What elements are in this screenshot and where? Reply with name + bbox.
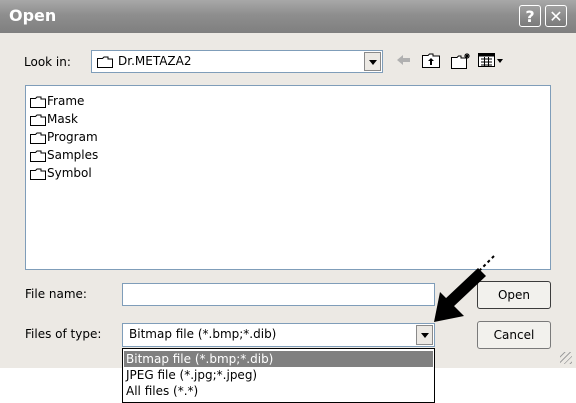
close-button[interactable]: ✕ xyxy=(545,5,567,27)
filetype-dropdown-list[interactable]: Bitmap file (*.bmp;*.dib) JPEG file (*.j… xyxy=(122,348,435,403)
window-title: Open xyxy=(9,6,57,25)
folder-icon xyxy=(30,114,46,126)
filetype-label: Files of type: xyxy=(25,327,102,341)
back-arrow-icon[interactable] xyxy=(394,52,412,68)
folder-icon xyxy=(30,168,46,180)
new-folder-icon[interactable] xyxy=(450,52,472,70)
folder-icon xyxy=(97,56,113,68)
lookin-label: Look in: xyxy=(24,55,71,69)
folder-icon xyxy=(30,132,46,144)
list-item-label: Program xyxy=(47,130,98,144)
up-folder-icon[interactable] xyxy=(421,52,441,69)
view-menu-icon[interactable] xyxy=(478,52,504,68)
resize-grip[interactable] xyxy=(560,352,572,364)
folder-icon xyxy=(30,150,46,162)
annotation-arrow-icon xyxy=(434,255,495,322)
filetype-option-bitmap[interactable]: Bitmap file (*.bmp;*.dib) xyxy=(124,351,433,367)
title-bar: Open ? ✕ xyxy=(0,0,576,33)
filename-label: File name: xyxy=(25,287,87,301)
lookin-combo[interactable]: Dr.METAZA2 xyxy=(91,50,383,73)
help-button[interactable]: ? xyxy=(519,5,541,27)
list-item-label: Samples xyxy=(47,148,99,162)
lookin-value: Dr.METAZA2 xyxy=(118,54,192,68)
list-item-label: Mask xyxy=(47,112,78,126)
filetype-option-jpeg[interactable]: JPEG file (*.jpg;*.jpeg) xyxy=(124,367,433,383)
filetype-combo[interactable]: Bitmap file (*.bmp;*.dib) xyxy=(122,323,435,347)
folder-icon xyxy=(30,96,46,108)
filetype-value: Bitmap file (*.bmp;*.dib) xyxy=(129,327,277,341)
filename-input[interactable] xyxy=(122,283,435,306)
filetype-option-all[interactable]: All files (*.*) xyxy=(124,383,433,399)
file-list[interactable]: Frame Mask Program Samples Symbol xyxy=(25,85,551,270)
list-item-label: Symbol xyxy=(47,166,92,180)
lookin-dropdown-button[interactable] xyxy=(364,52,381,71)
list-item-label: Frame xyxy=(47,94,85,108)
